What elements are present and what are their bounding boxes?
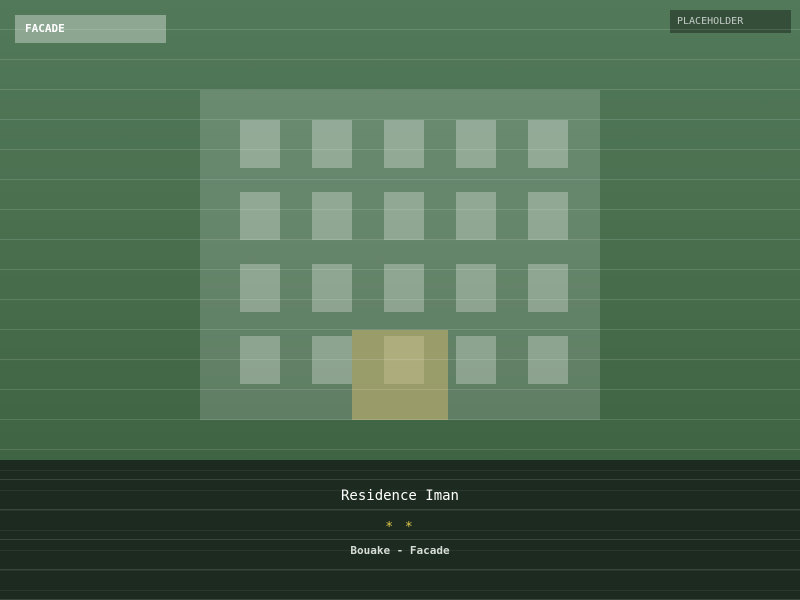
building-window <box>456 336 496 384</box>
star-rating: * * <box>385 520 415 535</box>
building-window <box>528 192 568 240</box>
image-category-tag: FACADE <box>15 15 166 43</box>
building-window <box>240 264 280 312</box>
building-window <box>456 120 496 168</box>
building-illustration <box>200 90 600 420</box>
building-window <box>384 120 424 168</box>
building-window <box>312 120 352 168</box>
building-window <box>528 120 568 168</box>
hotel-card: FACADE PLACEHOLDER Residence Iman * * Bo… <box>0 0 800 600</box>
building-window <box>384 192 424 240</box>
placeholder-badge: PLACEHOLDER <box>670 10 791 33</box>
building-window <box>312 336 352 384</box>
hotel-caption: Residence Iman * * Bouake - Facade <box>0 460 800 600</box>
building-window <box>312 192 352 240</box>
building-window <box>240 120 280 168</box>
building-window <box>528 264 568 312</box>
building-window <box>384 264 424 312</box>
building-window <box>456 264 496 312</box>
building-window <box>240 336 280 384</box>
building-window <box>240 192 280 240</box>
hotel-name: Residence Iman <box>340 488 459 504</box>
building-window <box>312 264 352 312</box>
hotel-location: Bouake - Facade <box>350 544 450 557</box>
hotel-photo-placeholder: FACADE PLACEHOLDER <box>0 0 800 460</box>
building-window <box>456 192 496 240</box>
building-door <box>352 330 448 420</box>
building-window <box>528 336 568 384</box>
